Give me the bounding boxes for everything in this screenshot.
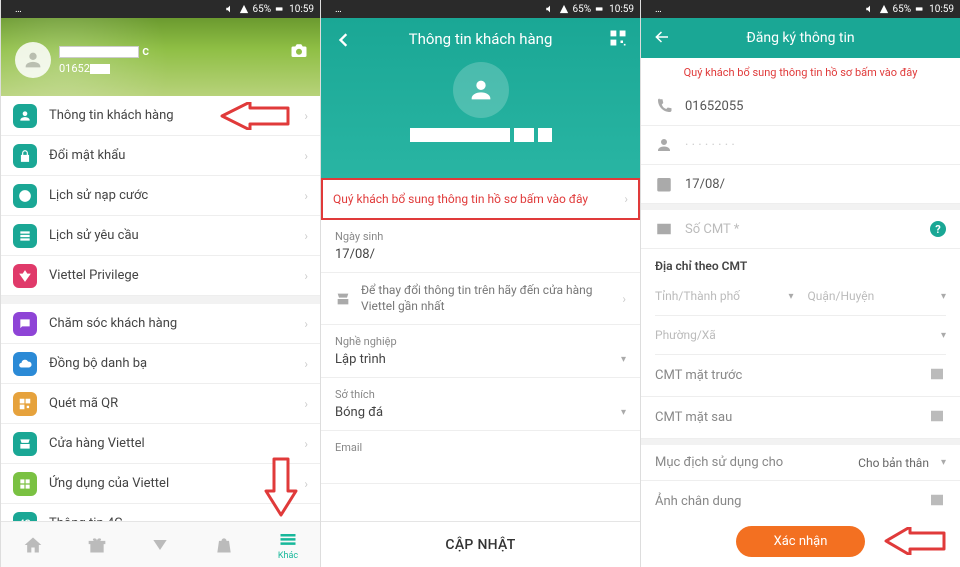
menu-item-viettel-store[interactable]: Cửa hàng Viettel› (1, 424, 320, 464)
menu-item-customer-info[interactable]: Thông tin khách hàng› (1, 96, 320, 136)
section-address-title: Địa chỉ theo CMT (641, 249, 960, 277)
avatar-icon (453, 62, 509, 118)
field-dob[interactable]: 17/08/ (641, 165, 960, 204)
bottom-nav: Khác (1, 521, 320, 567)
id-card-icon (655, 220, 673, 238)
update-button[interactable]: CẬP NHẬT (321, 521, 640, 567)
field-cmt-front[interactable]: CMT mặt trước (641, 355, 960, 397)
back-icon[interactable] (333, 30, 353, 53)
calendar-icon (655, 175, 673, 193)
field-dob: Ngày sinh 17/08/ (321, 220, 640, 273)
status-bar: … 65% 10:59 (1, 0, 320, 18)
select-province[interactable]: Tỉnh/Thành phố▾ (655, 283, 794, 309)
field-name[interactable]: · · · · · · · · (641, 126, 960, 165)
screen-customer-info: … 65%10:59 Thông tin khách hàng Quý khác… (320, 0, 640, 567)
avatar-icon (15, 42, 51, 78)
screen-register-info: … 65%10:59 Đăng ký thông tin Quý khách b… (640, 0, 960, 567)
tab-shop[interactable] (214, 535, 234, 555)
menu-item-qr-scan[interactable]: Quét mã QR› (1, 384, 320, 424)
tab-more[interactable]: Khác (278, 529, 298, 561)
field-job[interactable]: Nghề nghiệp Lập trình▾ (321, 325, 640, 378)
page-title: Đăng ký thông tin (746, 30, 854, 46)
page-title: Thông tin khách hàng (321, 18, 640, 48)
back-icon[interactable] (653, 28, 671, 50)
qr-icon[interactable] (608, 28, 628, 51)
image-icon (928, 491, 946, 512)
screen-menu: … 65% 10:59 c 01652 Thông tin khách hàng… (0, 0, 320, 567)
menu-item-request-history[interactable]: Lịch sử yêu cầu› (1, 216, 320, 256)
menu-item-customer-care[interactable]: Chăm sóc khách hàng› (1, 304, 320, 344)
page-header: Thông tin khách hàng (321, 18, 640, 178)
menu-section-2: Chăm sóc khách hàng› Đồng bộ danh bạ› Qu… (1, 304, 320, 544)
field-cmt-back[interactable]: CMT mặt sau (641, 397, 960, 439)
status-bar: … 65%10:59 (321, 0, 640, 18)
profile-header[interactable]: c 01652 (1, 18, 320, 96)
help-icon[interactable]: ? (930, 221, 946, 237)
phone-icon (655, 97, 673, 115)
image-icon (928, 407, 946, 428)
menu-section-1: Thông tin khách hàng› Đổi mật khẩu› Lịch… (1, 96, 320, 296)
user-icon (655, 136, 673, 154)
menu-item-sync-contacts[interactable]: Đồng bộ danh bạ› (1, 344, 320, 384)
mute-icon (225, 4, 235, 14)
tab-home[interactable] (23, 535, 43, 555)
field-purpose[interactable]: Mục địch sử dụng cho Cho bản thân ▾ (641, 445, 960, 481)
row-store-info[interactable]: Để thay đổi thông tin trên hãy đến cửa h… (321, 273, 640, 325)
menu-item-viettel-apps[interactable]: Ứng dụng của Viettel› (1, 464, 320, 504)
menu-item-change-password[interactable]: Đổi mật khẩu› (1, 136, 320, 176)
select-ward[interactable]: Phường/Xã▾ (655, 322, 946, 348)
tab-logo[interactable] (150, 535, 170, 555)
alert-text: Quý khách bổ sung thông tin hồ sơ bấm và… (641, 58, 960, 87)
menu-item-privilege[interactable]: Viettel Privilege› (1, 256, 320, 296)
field-phone[interactable]: 01652055 (641, 87, 960, 126)
status-bar: … 65%10:59 (641, 0, 960, 18)
field-hobby[interactable]: Sở thích Bóng đá▾ (321, 378, 640, 431)
field-email[interactable]: Email (321, 431, 640, 484)
tab-gift[interactable] (87, 535, 107, 555)
camera-icon[interactable] (290, 42, 308, 63)
submit-button[interactable]: Xác nhận (736, 526, 866, 557)
image-icon (928, 365, 946, 386)
menu-item-topup-history[interactable]: Lịch sử nạp cước› (1, 176, 320, 216)
page-header: Đăng ký thông tin (641, 18, 960, 58)
alert-complete-profile[interactable]: Quý khách bổ sung thông tin hồ sơ bấm và… (321, 178, 640, 220)
select-district[interactable]: Quận/Huyện▾ (808, 283, 947, 309)
field-cmt-number[interactable]: Số CMT * ? (641, 210, 960, 249)
